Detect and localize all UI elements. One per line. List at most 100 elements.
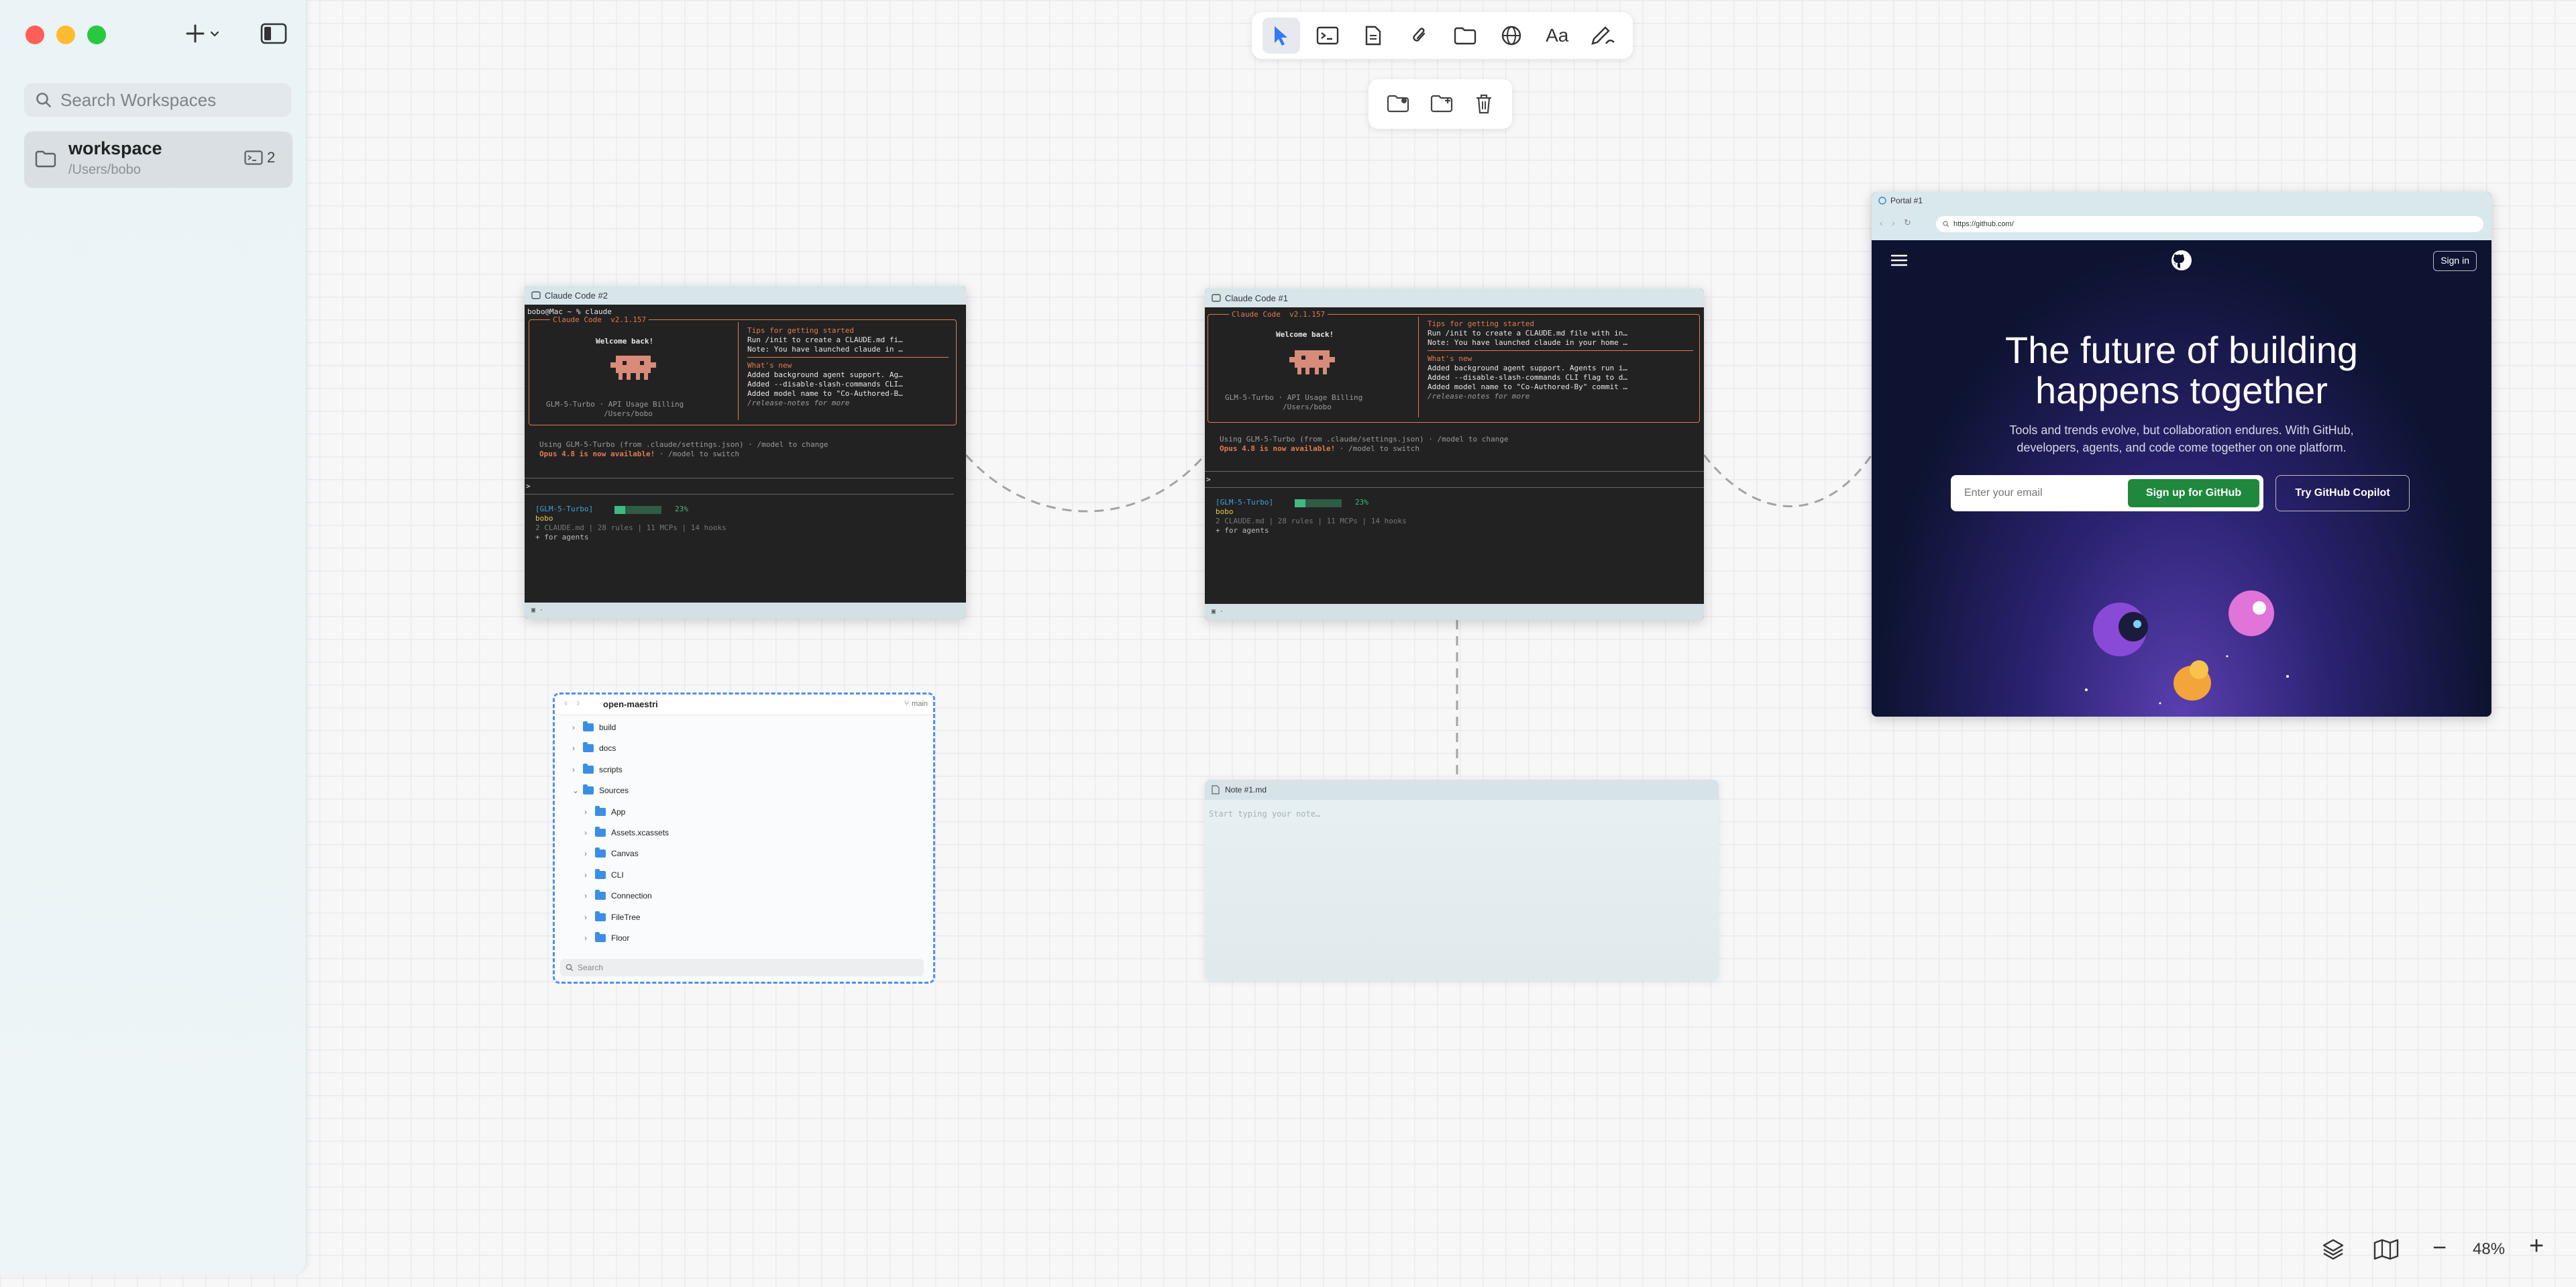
- context-usage-percent: 23%: [1355, 498, 1368, 507]
- folder-add-icon[interactable]: [1430, 94, 1454, 114]
- minimize-window-button[interactable]: [56, 25, 75, 44]
- toggle-sidebar-button[interactable]: [260, 23, 287, 48]
- draw-tool-button[interactable]: [1585, 17, 1622, 54]
- file-tree-window[interactable]: ‹ › open-maestri ⑂ main › build › docs › scri…: [553, 692, 935, 984]
- file-tree-row[interactable]: › FileTree: [584, 911, 641, 922]
- back-button[interactable]: ‹: [1880, 217, 1883, 228]
- globe-icon: [1878, 197, 1886, 205]
- file-tree-row[interactable]: › Assets.xcassets: [584, 827, 669, 837]
- reload-button[interactable]: ↻: [1904, 217, 1911, 228]
- terminal-window-1[interactable]: Claude Code #1 Claude Code v2.1.157 Welc…: [1205, 289, 1704, 620]
- terminal-titlebar[interactable]: Claude Code #1: [1205, 289, 1704, 307]
- note-window[interactable]: Note #1.md Start typing your note…: [1205, 780, 1719, 980]
- folder-icon: [583, 742, 594, 753]
- plus-icon: [186, 24, 205, 43]
- note-editor[interactable]: Start typing your note…: [1209, 809, 1320, 819]
- terminal-icon: [1212, 294, 1221, 302]
- context-usage-bar: [614, 506, 661, 514]
- portal-browser-window[interactable]: Portal #1 ‹ › ↻ https://github.com/ Sign…: [1872, 192, 2491, 717]
- terminal-titlebar[interactable]: Claude Code #2: [525, 286, 966, 305]
- back-arrow-icon[interactable]: ‹: [564, 697, 568, 709]
- folder-icon: [595, 847, 606, 858]
- chevron-down-icon[interactable]: ⌄: [572, 786, 583, 795]
- portal-titlebar[interactable]: Portal #1: [1878, 196, 1923, 205]
- folder-icon: [595, 932, 606, 942]
- address-bar[interactable]: https://github.com/: [1936, 216, 2483, 232]
- sign-up-button[interactable]: Sign up for GitHub: [2128, 479, 2259, 507]
- forward-button[interactable]: ›: [1892, 217, 1895, 228]
- file-tree-row[interactable]: › Canvas: [584, 847, 639, 858]
- chevron-right-icon[interactable]: ›: [584, 828, 595, 837]
- file-tree-row[interactable]: › CLI: [584, 868, 624, 880]
- zoom-out-button[interactable]: −: [2432, 1233, 2447, 1262]
- terminal-window-2[interactable]: Claude Code #2 bobo@Mac ~ % claude Claud…: [525, 286, 966, 619]
- chevron-right-icon[interactable]: ›: [584, 913, 595, 922]
- chevron-right-icon[interactable]: ›: [584, 807, 595, 817]
- web-tool-button[interactable]: [1493, 17, 1530, 54]
- file-tree-row[interactable]: › scripts: [572, 763, 623, 774]
- globe-icon: [1501, 25, 1521, 46]
- chevron-right-icon[interactable]: ›: [584, 891, 595, 900]
- file-tree-row[interactable]: › App: [584, 805, 625, 817]
- document-tool-button[interactable]: [1354, 17, 1392, 54]
- folder-icon: [35, 150, 56, 168]
- input-caret[interactable]: >: [1206, 475, 1211, 484]
- try-copilot-button[interactable]: Try GitHub Copilot: [2275, 475, 2410, 511]
- release-notes-hint: /release-notes for more: [747, 399, 850, 407]
- chevron-right-icon[interactable]: ›: [572, 743, 583, 753]
- folder-remove-icon[interactable]: [1387, 94, 1411, 114]
- file-tree-row[interactable]: › Connection: [584, 890, 652, 900]
- close-window-button[interactable]: [25, 25, 44, 44]
- text-tool-label: Aa: [1546, 25, 1569, 46]
- folder-icon: [595, 827, 606, 837]
- chevron-right-icon[interactable]: ›: [584, 849, 595, 858]
- map-icon[interactable]: [2373, 1239, 2399, 1260]
- file-tree-label: CLI: [611, 870, 624, 880]
- pointer-tool-button[interactable]: [1263, 17, 1301, 54]
- file-tree-row[interactable]: ⌄ Sources: [572, 784, 629, 795]
- note-title: Note #1.md: [1225, 785, 1267, 794]
- note-titlebar[interactable]: Note #1.md: [1205, 780, 1719, 800]
- status-user: bobo: [1216, 507, 1234, 516]
- file-tree-search-bar[interactable]: Search: [560, 959, 924, 976]
- zoom-in-button[interactable]: +: [2529, 1232, 2544, 1261]
- email-input[interactable]: [1955, 480, 2133, 506]
- zoom-window-button[interactable]: [87, 25, 106, 44]
- text-tool-button[interactable]: Aa: [1538, 17, 1576, 54]
- model-settings-line: Using GLM-5-Turbo (from .claude/settings…: [1220, 435, 1509, 444]
- status-model: [GLM-5-Turbo]: [1216, 498, 1274, 507]
- hero-headline: The future of building happens together: [1872, 330, 2491, 411]
- file-tree-row[interactable]: › docs: [572, 742, 616, 753]
- opus-announcement: Opus 4.8 is now available! · /model to s…: [1220, 444, 1419, 453]
- context-usage-bar: [1295, 499, 1342, 507]
- file-tree-label: build: [599, 723, 616, 732]
- forward-arrow-icon[interactable]: ›: [576, 697, 580, 709]
- folder-icon: [595, 868, 606, 879]
- opus-text: Opus 4.8 is now available!: [539, 450, 655, 458]
- workspace-list-item[interactable]: workspace /Users/bobo 2: [24, 132, 292, 188]
- github-logo-icon[interactable]: [2171, 250, 2192, 271]
- workspace-search-field[interactable]: Search Workspaces: [24, 83, 291, 117]
- github-page: Sign in The future of building happens t…: [1872, 240, 2491, 717]
- terminal-tool-button[interactable]: [1309, 17, 1346, 54]
- chevron-right-icon[interactable]: ›: [572, 723, 583, 732]
- trash-icon[interactable]: [1474, 93, 1494, 115]
- file-tree-row[interactable]: › Floor: [584, 932, 629, 943]
- prompt-divider-bottom: [1205, 487, 1704, 488]
- input-caret[interactable]: >: [526, 482, 531, 491]
- chevron-right-icon[interactable]: ›: [572, 765, 583, 774]
- file-tree-header[interactable]: ‹ › open-maestri ⑂ main: [555, 694, 933, 715]
- chevron-right-icon[interactable]: ›: [584, 933, 595, 943]
- sign-in-button[interactable]: Sign in: [2433, 251, 2477, 271]
- tips-title: Tips for getting started: [747, 326, 854, 335]
- folder-tool-button[interactable]: [1446, 17, 1484, 54]
- layers-icon[interactable]: [2321, 1237, 2345, 1262]
- attachment-tool-button[interactable]: [1401, 17, 1438, 54]
- whats-new-title: What's new: [747, 361, 792, 370]
- model-billing-line: GLM-5-Turbo · API Usage Billing: [546, 400, 684, 409]
- hamburger-menu-icon[interactable]: [1890, 254, 1908, 267]
- add-workspace-button[interactable]: [185, 19, 232, 48]
- file-tree-row[interactable]: › build: [572, 721, 616, 732]
- chevron-right-icon[interactable]: ›: [584, 870, 595, 880]
- context-usage-percent: 23%: [675, 505, 688, 513]
